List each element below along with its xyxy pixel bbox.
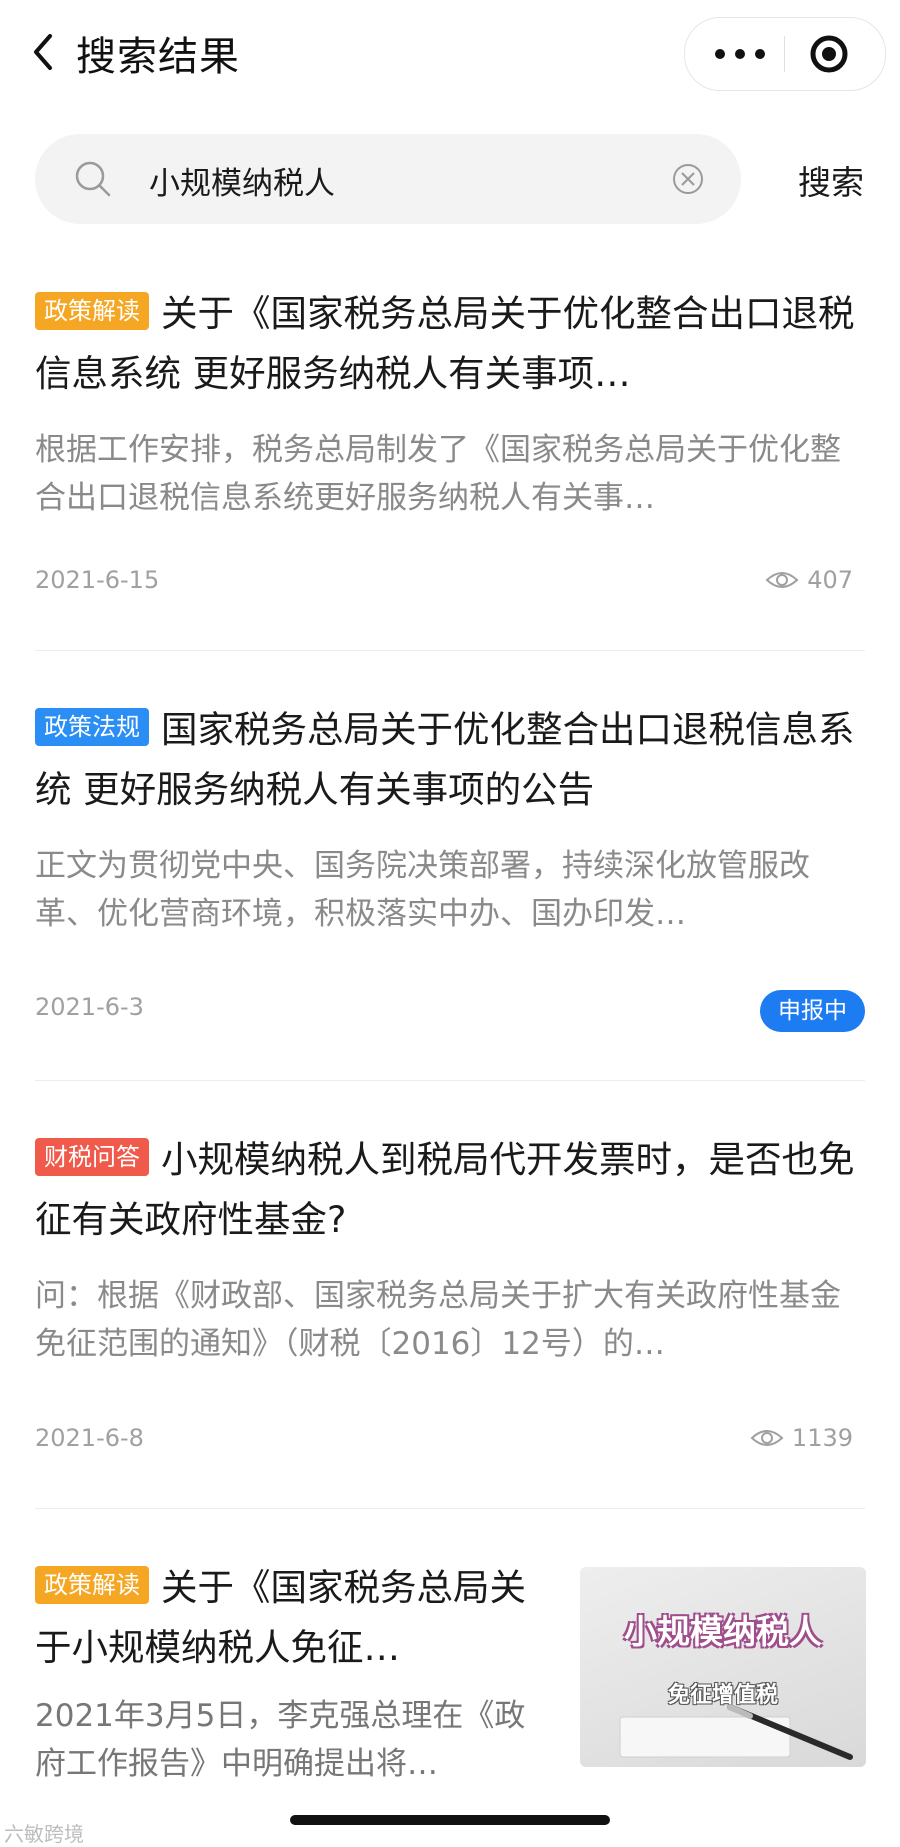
eye-icon	[765, 572, 799, 588]
result-title-text: 小规模纳税人到税局代开发票时，是否也免征有关政府性基金?	[35, 1138, 855, 1241]
publish-date: 2021-6-8	[35, 1424, 144, 1452]
target-close-icon	[810, 35, 848, 73]
result-item[interactable]: 财税问答 小规模纳税人到税局代开发票时，是否也免征有关政府性基金? 问：根据《财政…	[35, 1130, 865, 1452]
result-title: 政策解读 关于《国家税务总局关于小规模纳税人免征…	[35, 1558, 555, 1678]
search-box	[35, 134, 741, 224]
result-summary: 2021年3月5日，李克强总理在《政府工作报告》中明确提出将…	[35, 1698, 526, 1782]
back-button[interactable]	[26, 28, 66, 76]
clear-circle-x-icon[interactable]	[671, 162, 705, 196]
view-count: 1139	[750, 1424, 853, 1452]
publish-date: 2021-6-15	[35, 566, 160, 594]
category-tag: 政策解读	[35, 292, 149, 330]
capsule-divider	[784, 36, 785, 72]
result-title-text: 国家税务总局关于优化整合出口退税信息系统 更好服务纳税人有关事项的公告	[35, 708, 855, 811]
result-item[interactable]: 政策解读 关于《国家税务总局关于小规模纳税人免征… 2021年3月5日，李克强总理…	[35, 1558, 555, 1788]
eye-icon	[750, 1430, 784, 1446]
pen-illustration	[619, 1704, 853, 1760]
category-tag: 政策法规	[35, 708, 149, 746]
category-tag: 财税问答	[35, 1138, 149, 1176]
more-dots-icon	[715, 49, 725, 59]
result-title: 政策法规 国家税务总局关于优化整合出口退税信息系统 更好服务纳税人有关事项的公告	[35, 700, 865, 820]
view-count: 407	[765, 566, 853, 594]
home-indicator	[290, 1815, 610, 1825]
more-button[interactable]	[705, 18, 785, 90]
watermark: 六敏跨境	[4, 1822, 84, 1846]
result-title: 财税问答 小规模纳税人到税局代开发票时，是否也免征有关政府性基金?	[35, 1130, 865, 1250]
divider	[35, 650, 865, 651]
result-item[interactable]: 政策法规 国家税务总局关于优化整合出口退税信息系统 更好服务纳税人有关事项的公告 …	[35, 700, 865, 1032]
search-input[interactable]	[147, 154, 671, 206]
result-item[interactable]: 政策解读 关于《国家税务总局关于优化整合出口退税信息系统 更好服务纳税人有关事项……	[35, 284, 865, 594]
view-count-value: 407	[807, 566, 853, 594]
mini-program-capsule	[684, 17, 886, 91]
publish-date: 2021-6-3	[35, 993, 144, 1021]
chevron-left-icon	[34, 34, 52, 70]
status-badge: 申报中	[760, 990, 865, 1032]
view-count-value: 1139	[791, 1424, 853, 1452]
result-summary: 问：根据《财政部、国家税务总局关于扩大有关政府性基金免征范围的通知》（财税〔20…	[35, 1278, 841, 1362]
close-mini-program-button[interactable]	[795, 18, 875, 90]
result-title-text: 关于《国家税务总局关于优化整合出口退税信息系统 更好服务纳税人有关事项…	[35, 292, 855, 395]
result-summary: 正文为贯彻党中央、国务院决策部署，持续深化放管服改革、优化营商环境，积极落实中办…	[35, 848, 810, 932]
search-icon	[75, 161, 111, 197]
result-thumbnail[interactable]: 小规模纳税人 免征增值税	[580, 1567, 866, 1767]
result-summary: 根据工作安排，税务总局制发了《国家税务总局关于优化整合出口退税信息系统更好服务纳…	[35, 432, 841, 516]
top-bar: 搜索结果	[0, 0, 900, 110]
result-title: 政策解读 关于《国家税务总局关于优化整合出口退税信息系统 更好服务纳税人有关事项…	[35, 284, 865, 404]
search-button[interactable]: 搜索	[798, 156, 864, 204]
page-title: 搜索结果	[76, 34, 240, 80]
category-tag: 政策解读	[35, 1566, 149, 1604]
divider	[35, 1080, 865, 1081]
divider	[35, 1508, 865, 1509]
